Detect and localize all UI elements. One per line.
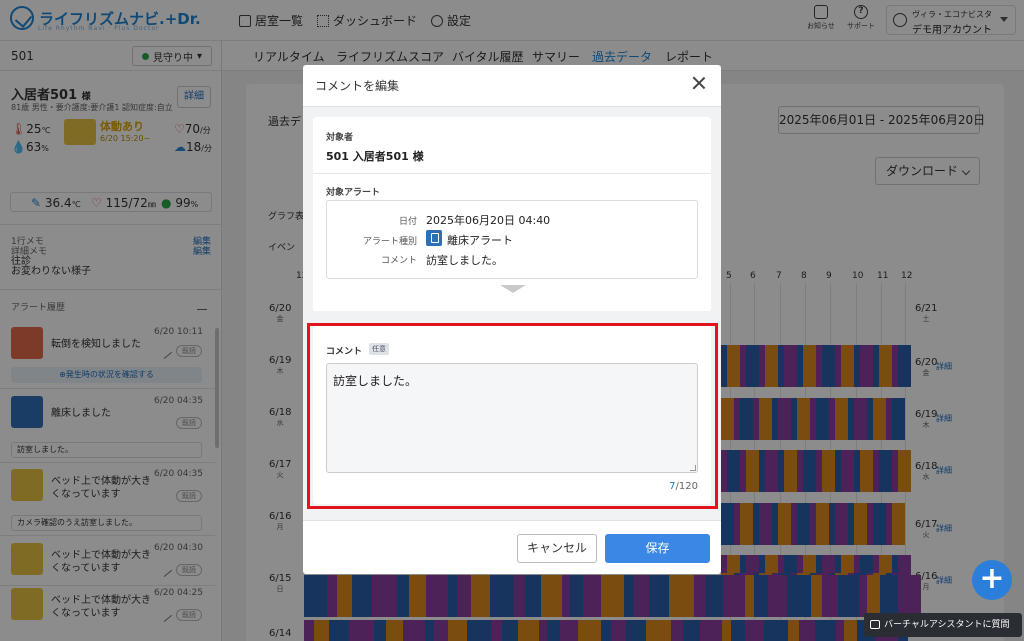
divider (313, 173, 711, 174)
add-button[interactable]: + (972, 560, 1012, 600)
target-label: 対象者 (326, 133, 354, 143)
cancel-button[interactable]: キャンセル (517, 534, 597, 563)
target-card: 対象者 501 入居者501 様 対象アラート 日付 2025年06月20日 0… (313, 117, 711, 311)
alert-label: 対象アラート (326, 188, 381, 198)
target-value: 501 入居者501 様 (326, 150, 424, 163)
arrow-down-icon (500, 285, 526, 293)
alert-type: 離床アラート (447, 234, 513, 247)
close-icon[interactable] (691, 75, 707, 91)
target-alert-box: 日付 2025年06月20日 04:40 アラート種別 離床アラート コメント … (326, 200, 698, 279)
highlight-box (307, 323, 718, 509)
alert-existing-comment: 訪室しました。 (426, 254, 503, 267)
dialog-title: コメントを編集 (315, 79, 400, 93)
leave-bed-icon (426, 230, 442, 246)
virtual-assistant-button[interactable]: バーチャルアシスタントに質問 (864, 613, 1022, 637)
save-button[interactable]: 保存 (605, 534, 710, 563)
alert-date: 2025年06月20日 04:40 (426, 214, 551, 227)
robot-icon (870, 620, 880, 629)
